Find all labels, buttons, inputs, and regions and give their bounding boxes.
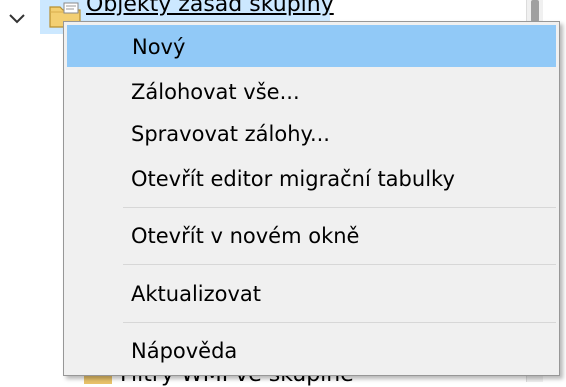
menu-item-aktualizovat[interactable]: Aktualizovat <box>67 273 556 315</box>
tree-node-label: Objekty zásad skupiny <box>86 0 334 17</box>
menu-item-otevrit-v-novem-okne[interactable]: Otevřít v novém okně <box>67 215 556 257</box>
menu-separator <box>123 322 556 323</box>
scrollbar-thumb[interactable] <box>531 0 539 22</box>
menu-item-napoveda[interactable]: Nápověda <box>67 330 556 372</box>
menu-item-zalohovat-vse[interactable]: Zálohovat vše... <box>67 71 556 113</box>
menu-separator <box>123 264 556 265</box>
context-menu: Nový Zálohovat vše... Spravovat zálohy..… <box>63 21 560 376</box>
menu-item-novy[interactable]: Nový <box>67 25 556 67</box>
menu-separator <box>123 207 556 208</box>
menu-item-spravovat-zalohy[interactable]: Spravovat zálohy... <box>67 113 556 155</box>
chevron-down-icon[interactable] <box>6 10 28 28</box>
menu-item-editor-migracni-tabulky[interactable]: Otevřít editor migrační tabulky <box>67 158 556 200</box>
